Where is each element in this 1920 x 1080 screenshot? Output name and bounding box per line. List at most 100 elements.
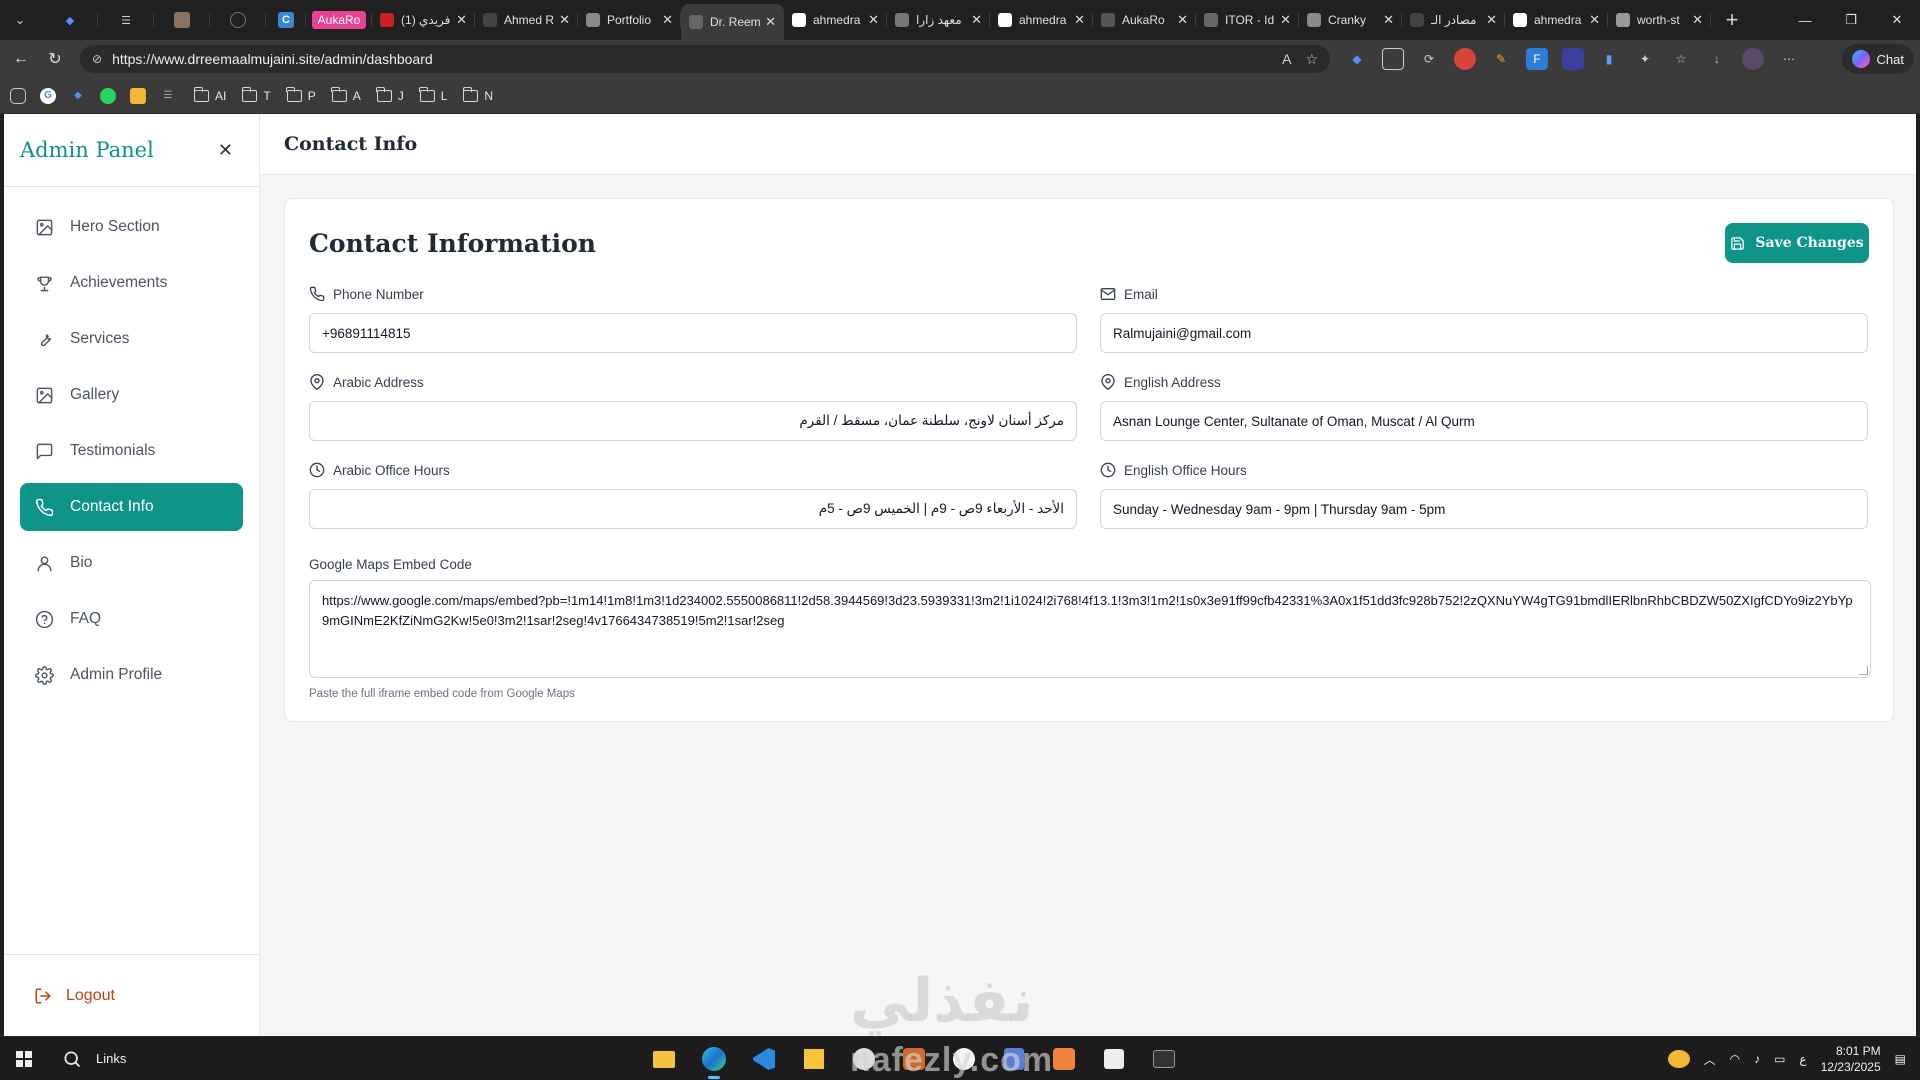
sidebar-item-hero-section[interactable]: Hero Section: [20, 203, 243, 251]
wifi-icon[interactable]: ◠: [1730, 1052, 1740, 1066]
tab-actions-menu-icon[interactable]: ⌄: [6, 6, 34, 34]
tab-close-icon[interactable]: ✕: [559, 12, 570, 28]
logout-button[interactable]: Logout: [4, 954, 260, 1036]
file-explorer-icon[interactable]: [648, 1043, 680, 1075]
close-window-icon[interactable]: ✕: [1874, 0, 1920, 40]
sidebar-item-services[interactable]: Services: [20, 315, 243, 363]
tab-close-icon[interactable]: ✕: [456, 12, 467, 28]
english-address-input[interactable]: Asnan Lounge Center, Sultanate of Oman, …: [1100, 401, 1868, 441]
english-hours-input[interactable]: Sunday - Wednesday 9am - 9pm | Thursday …: [1100, 489, 1868, 529]
bookmark-folder[interactable]: A: [328, 86, 365, 103]
terminal-icon[interactable]: [1148, 1043, 1180, 1075]
gem-extension-icon[interactable]: ◆: [1346, 48, 1368, 70]
browser-tab[interactable]: worth-st ✕: [1608, 4, 1711, 36]
note-bookmark-icon[interactable]: [130, 87, 146, 104]
arabic-hours-input[interactable]: الأحد - الأربعاء 9ص - 9م | الخميس 9ص - 5…: [309, 489, 1077, 529]
browser-tab[interactable]: فريدي (1) ✕: [372, 4, 475, 36]
gem-bookmark-icon[interactable]: ◆: [70, 88, 86, 104]
sticky-notes-icon[interactable]: [798, 1043, 830, 1075]
clock[interactable]: 8:01 PM 12/23/2025: [1821, 1043, 1881, 1075]
copilot-bookmark-icon[interactable]: [10, 87, 26, 104]
bookmark-folder[interactable]: AI: [190, 86, 230, 103]
screen-icon[interactable]: [1382, 48, 1404, 70]
sidebar-item-testimonials[interactable]: Testimonials: [20, 427, 243, 475]
doc-extension-icon[interactable]: ▮: [1598, 48, 1620, 70]
tab-close-icon[interactable]: ✕: [1486, 12, 1497, 28]
whatsapp-bookmark-icon[interactable]: [100, 87, 116, 104]
sync-icon[interactable]: ⟳: [1418, 48, 1440, 70]
more-menu-icon[interactable]: ⋯: [1778, 48, 1800, 70]
edge-browser-icon[interactable]: [698, 1043, 730, 1079]
copilot-chat-button[interactable]: Chat: [1841, 44, 1914, 74]
bookmark-folder[interactable]: N: [459, 86, 497, 103]
list-bookmark-icon[interactable]: ☰: [160, 88, 176, 104]
new-tab-button[interactable]: +: [1717, 5, 1747, 35]
shield-extension-icon[interactable]: [1562, 48, 1584, 70]
sidebar-item-achievements[interactable]: Achievements: [20, 259, 243, 307]
bookmark-folder[interactable]: T: [238, 86, 274, 103]
browser-tab[interactable]: ahmedra ✕: [1505, 4, 1608, 36]
bookmark-folder[interactable]: P: [283, 86, 320, 103]
notifications-icon[interactable]: ▤: [1895, 1052, 1906, 1066]
save-changes-button[interactable]: Save Changes: [1725, 223, 1869, 263]
browser-tab[interactable]: AukaRo ✕: [1093, 4, 1196, 36]
browser-tab[interactable]: ITOR - Id ✕: [1196, 4, 1299, 36]
favorite-star-icon[interactable]: ☆: [1305, 51, 1318, 68]
start-button[interactable]: [0, 1037, 48, 1080]
sidebar-item-bio[interactable]: Bio: [20, 539, 243, 587]
sidebar-item-faq[interactable]: FAQ: [20, 595, 243, 643]
minimize-icon[interactable]: —: [1782, 0, 1828, 40]
weather-icon[interactable]: [1667, 1050, 1690, 1068]
close-icon[interactable]: ✕: [218, 140, 233, 161]
extensions-icon[interactable]: ✦: [1634, 48, 1656, 70]
pinned-tab[interactable]: C: [266, 4, 306, 36]
pinned-tab[interactable]: AukaRo: [306, 4, 372, 36]
volume-icon[interactable]: ♪: [1754, 1052, 1760, 1066]
url-bar[interactable]: ⊘ https://www.drreemaalmujaini.site/admi…: [80, 45, 1330, 73]
tab-close-icon[interactable]: ✕: [868, 12, 879, 28]
vscode-icon[interactable]: [748, 1043, 780, 1075]
chevron-up-icon[interactable]: ︿: [1704, 1051, 1716, 1068]
download-icon[interactable]: ↓: [1706, 48, 1728, 70]
browser-tab[interactable]: Cranky ✕: [1299, 4, 1402, 36]
sidebar-item-admin-profile[interactable]: Admin Profile: [20, 651, 243, 699]
sidebar-item-gallery[interactable]: Gallery: [20, 371, 243, 419]
maps-embed-textarea[interactable]: https://www.google.com/maps/embed?pb=!1m…: [309, 580, 1871, 678]
back-icon[interactable]: ←: [4, 42, 38, 76]
pen-extension-icon[interactable]: ✎: [1490, 48, 1512, 70]
arabic-address-input[interactable]: مركز أسنان لاونج، سلطنة عمان، مسقط / الق…: [309, 401, 1077, 441]
tab-close-icon[interactable]: ✕: [1177, 12, 1188, 28]
browser-tab[interactable]: Portfolio ✕: [578, 4, 681, 36]
fire-extension-icon[interactable]: [1454, 48, 1476, 70]
tab-close-icon[interactable]: ✕: [662, 12, 673, 28]
tab-close-icon[interactable]: ✕: [1589, 12, 1600, 28]
f-extension-icon[interactable]: F: [1526, 48, 1548, 70]
google-bookmark-icon[interactable]: G: [40, 87, 56, 104]
profile-avatar[interactable]: [1742, 48, 1764, 70]
browser-tab[interactable]: مصادر الـ ✕: [1402, 4, 1505, 36]
restore-icon[interactable]: ❐: [1828, 0, 1874, 40]
pinned-tab[interactable]: ☰: [98, 4, 154, 36]
tab-close-icon[interactable]: ✕: [765, 14, 776, 30]
tab-close-icon[interactable]: ✕: [1692, 12, 1703, 28]
battery-icon[interactable]: ▭: [1774, 1052, 1785, 1066]
favorites-icon[interactable]: ☆: [1670, 48, 1692, 70]
tab-close-icon[interactable]: ✕: [1383, 12, 1394, 28]
pinned-tab[interactable]: [154, 4, 210, 36]
sidebar-item-contact-info[interactable]: Contact Info: [20, 483, 243, 531]
input-language[interactable]: ع: [1799, 1052, 1806, 1066]
tab-close-icon[interactable]: ✕: [1280, 12, 1291, 28]
tab-close-icon[interactable]: ✕: [971, 12, 982, 28]
browser-tab[interactable]: معهد زارا ✕: [887, 4, 990, 36]
read-aloud-icon[interactable]: A: [1282, 51, 1291, 67]
pinned-tab[interactable]: ◆: [42, 4, 98, 36]
refresh-icon[interactable]: ↻: [38, 42, 72, 76]
email-input[interactable]: Ralmujaini@gmail.com: [1100, 313, 1868, 353]
bookmark-folder[interactable]: L: [416, 86, 452, 103]
store-icon[interactable]: [1098, 1043, 1130, 1075]
site-info-icon[interactable]: ⊘: [92, 52, 102, 66]
browser-tab[interactable]: Ahmed R ✕: [475, 4, 578, 36]
bookmark-folder[interactable]: J: [373, 86, 408, 103]
browser-tab[interactable]: ahmedra ✕: [990, 4, 1093, 36]
pinned-tab[interactable]: [210, 4, 266, 36]
